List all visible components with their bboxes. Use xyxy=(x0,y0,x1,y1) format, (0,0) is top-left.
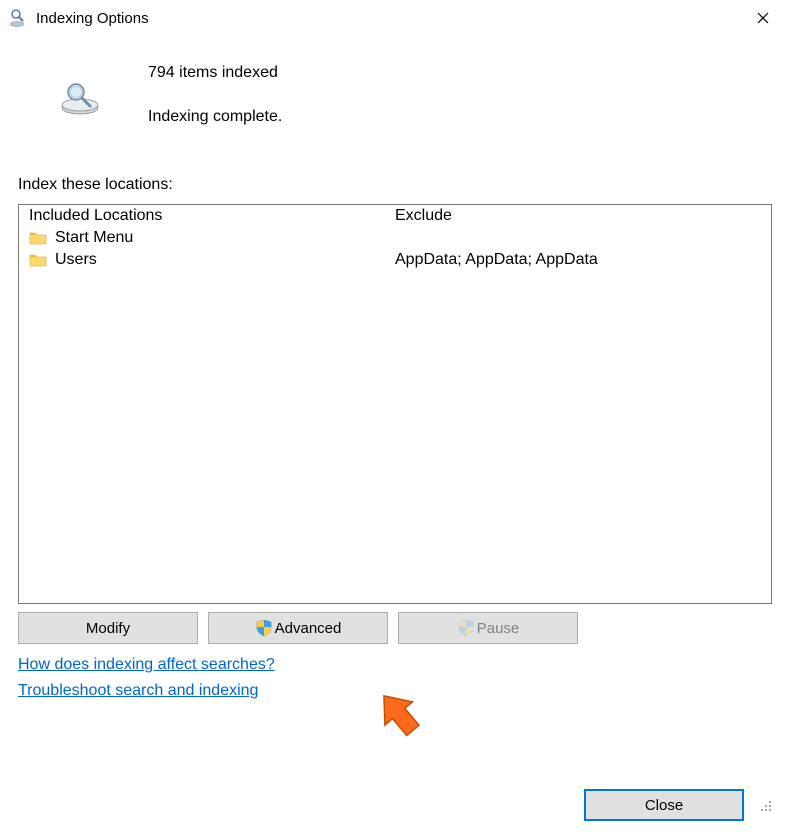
indexing-options-icon xyxy=(8,8,28,28)
exclude-cell: AppData; AppData; AppData xyxy=(395,251,761,269)
folder-icon xyxy=(29,252,47,268)
troubleshoot-link[interactable]: Troubleshoot search and indexing xyxy=(18,682,772,700)
shield-icon xyxy=(255,619,273,637)
action-buttons-row: Modify Advanced xyxy=(18,612,772,644)
included-name: Users xyxy=(55,251,97,269)
pause-button: Pause xyxy=(398,612,578,644)
window-title: Indexing Options xyxy=(36,10,149,27)
close-icon xyxy=(757,12,769,24)
included-cell: Start Menu xyxy=(29,229,395,247)
status-icon-col xyxy=(58,58,148,126)
status-text-col: 794 items indexed Indexing complete. xyxy=(148,58,282,126)
locations-listbox[interactable]: Included Locations Exclude Start Menu xyxy=(18,204,772,604)
items-indexed-text: 794 items indexed xyxy=(148,64,282,82)
included-name: Start Menu xyxy=(55,229,133,247)
shield-icon xyxy=(457,619,475,637)
close-button[interactable]: Close xyxy=(584,789,744,821)
resize-grip-icon[interactable] xyxy=(758,798,772,812)
table-row[interactable]: Start Menu xyxy=(29,227,761,249)
table-row[interactable]: Users AppData; AppData; AppData xyxy=(29,249,761,271)
advanced-label: Advanced xyxy=(275,620,342,637)
pause-label: Pause xyxy=(477,620,520,637)
content-area: 794 items indexed Indexing complete. Ind… xyxy=(0,36,790,700)
locations-header: Included Locations Exclude xyxy=(19,205,771,227)
modify-label: Modify xyxy=(86,620,130,637)
titlebar: Indexing Options xyxy=(0,0,790,36)
footer: Close xyxy=(584,789,772,821)
titlebar-left: Indexing Options xyxy=(8,8,149,28)
folder-icon xyxy=(29,230,47,246)
modify-button[interactable]: Modify xyxy=(18,612,198,644)
advanced-button[interactable]: Advanced xyxy=(208,612,388,644)
included-cell: Users xyxy=(29,251,395,269)
status-area: 794 items indexed Indexing complete. xyxy=(18,48,772,144)
help-links: How does indexing affect searches? Troub… xyxy=(18,656,772,700)
how-indexing-link[interactable]: How does indexing affect searches? xyxy=(18,656,772,674)
close-window-button[interactable] xyxy=(740,2,786,34)
included-header: Included Locations xyxy=(29,207,395,225)
exclude-header: Exclude xyxy=(395,207,761,225)
locations-section-label: Index these locations: xyxy=(18,176,772,194)
locations-body: Start Menu Users AppData; AppData; AppDa… xyxy=(19,227,771,271)
indexing-complete-text: Indexing complete. xyxy=(148,108,282,126)
indexing-status-icon xyxy=(58,81,102,121)
